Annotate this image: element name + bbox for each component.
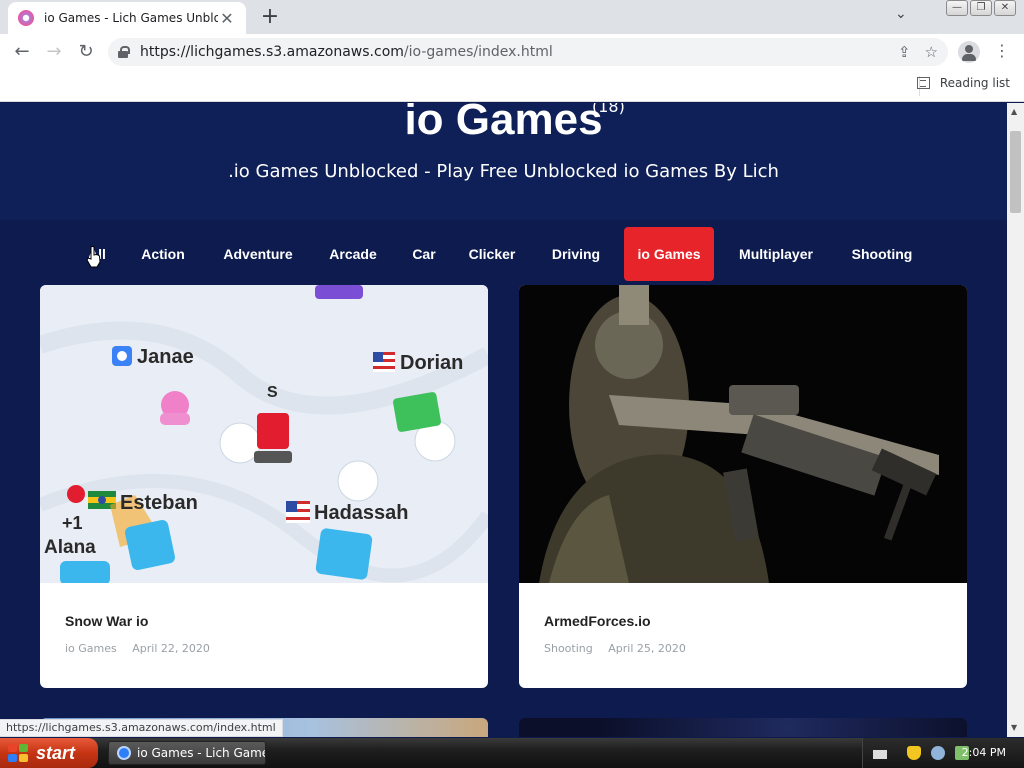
start-button[interactable]: start <box>0 738 98 768</box>
game-title[interactable]: ArmedForces.io <box>544 613 651 629</box>
clock[interactable]: 2:04 PM <box>962 746 1006 759</box>
category-clicker[interactable]: Clicker <box>458 227 526 281</box>
lock-icon[interactable] <box>118 46 130 58</box>
category-driving[interactable]: Driving <box>538 227 614 281</box>
forward-arrow-icon[interactable]: → <box>42 41 66 63</box>
category-io-games[interactable]: io Games <box>624 227 714 281</box>
taskbar-window-label: io Games - Lich Game... <box>137 746 265 760</box>
page-title: io Games <box>404 103 603 144</box>
svg-text:Hadassah: Hadassah <box>314 502 409 524</box>
bookmark-star-icon[interactable]: ☆ <box>925 43 938 61</box>
browser-toolbar: ← → ↻ https://lichgames.s3.amazonaws.com… <box>0 34 1024 70</box>
reading-list-button[interactable]: Reading list <box>916 76 1010 90</box>
category-nav: All Action Adventure Arcade Car Clicker … <box>0 227 1007 281</box>
category-arcade[interactable]: Arcade <box>318 227 388 281</box>
scroll-thumb[interactable] <box>1010 131 1021 213</box>
category-action[interactable]: Action <box>130 227 196 281</box>
soldier-thumbnail-art <box>519 285 967 583</box>
windows-logo-icon <box>8 744 30 762</box>
browser-tab-bar: io Games - Lich Games Unblocked ✕ + ⌄ — … <box>0 0 1024 34</box>
back-arrow-icon[interactable]: ← <box>10 41 34 63</box>
reading-list-icon <box>916 77 930 89</box>
svg-text:Dorian: Dorian <box>400 352 463 374</box>
browser-tab[interactable]: io Games - Lich Games Unblocked ✕ <box>8 2 246 34</box>
system-tray: 2:04 PM <box>862 738 1024 768</box>
start-label: start <box>36 742 76 763</box>
keyboard-icon[interactable] <box>873 749 887 759</box>
page-scrollbar[interactable]: ▲ ▼ <box>1007 103 1024 737</box>
address-bar[interactable]: https://lichgames.s3.amazonaws.com/io-ga… <box>108 38 948 66</box>
hand-cursor-icon <box>86 246 101 268</box>
status-link-preview: https://lichgames.s3.amazonaws.com/index… <box>0 719 283 737</box>
tab-title: io Games - Lich Games Unblocked <box>44 11 218 25</box>
game-category[interactable]: Shooting <box>544 642 593 655</box>
chrome-icon <box>117 746 131 760</box>
game-meta: io Games April 22, 2020 <box>65 642 210 655</box>
tab-search-chevron-icon[interactable]: ⌄ <box>895 6 907 22</box>
svg-text:Alana: Alana <box>44 537 96 558</box>
game-thumbnail[interactable]: Janae Dorian S Esteban +1 Hadassah Alana <box>40 285 488 583</box>
restore-button[interactable]: ❐ <box>970 0 992 16</box>
site-favicon-icon <box>18 10 34 26</box>
profile-avatar-icon[interactable] <box>958 41 980 63</box>
network-icon[interactable] <box>931 746 945 760</box>
category-adventure[interactable]: Adventure <box>208 227 308 281</box>
category-multiplayer[interactable]: Multiplayer <box>726 227 826 281</box>
category-car[interactable]: Car <box>402 227 446 281</box>
close-tab-icon[interactable]: ✕ <box>218 9 236 28</box>
svg-text:Janae: Janae <box>137 346 194 368</box>
game-card-armedforces[interactable]: ArmedForces.io Shooting April 25, 2020 <box>519 285 967 688</box>
window-controls: — ❐ ✕ <box>946 0 1016 16</box>
game-thumbnail[interactable] <box>519 285 967 583</box>
scroll-up-icon[interactable]: ▲ <box>1011 107 1017 116</box>
minimize-button[interactable]: — <box>946 0 968 16</box>
svg-text:Esteban: Esteban <box>120 492 198 514</box>
svg-text:+1: +1 <box>62 513 83 533</box>
url-text[interactable]: https://lichgames.s3.amazonaws.com/io-ga… <box>140 44 884 60</box>
bookmarks-bar: Reading list <box>0 70 1024 102</box>
game-title[interactable]: Snow War io <box>65 613 148 629</box>
game-card-next[interactable] <box>519 718 967 737</box>
close-window-button[interactable]: ✕ <box>994 0 1016 16</box>
game-date: April 25, 2020 <box>608 642 686 655</box>
svg-text:S: S <box>267 384 278 401</box>
new-tab-button[interactable]: + <box>258 4 282 29</box>
os-taskbar: start io Games - Lich Game... 2:04 PM <box>0 738 1024 768</box>
game-date: April 22, 2020 <box>132 642 210 655</box>
reload-icon[interactable]: ↻ <box>74 41 98 63</box>
taskbar-browser-window[interactable]: io Games - Lich Game... <box>108 741 266 765</box>
snow-war-thumbnail-art: Janae Dorian S Esteban +1 Hadassah Alana <box>40 285 488 583</box>
game-count: (18) <box>592 103 625 116</box>
reading-list-label: Reading list <box>939 76 1010 90</box>
page-hero: io Games (18) .io Games Unblocked - Play… <box>0 103 1007 220</box>
scroll-down-icon[interactable]: ▼ <box>1011 723 1017 732</box>
page-subtitle: .io Games Unblocked - Play Free Unblocke… <box>228 161 779 182</box>
game-card-snow-war[interactable]: Janae Dorian S Esteban +1 Hadassah Alana… <box>40 285 488 688</box>
game-meta: Shooting April 25, 2020 <box>544 642 686 655</box>
share-icon[interactable]: ⇪ <box>898 43 911 61</box>
security-shield-icon[interactable] <box>907 746 921 760</box>
browser-menu-icon[interactable]: ⋮ <box>994 41 1010 60</box>
page-viewport: io Games (18) .io Games Unblocked - Play… <box>0 103 1007 737</box>
game-category[interactable]: io Games <box>65 642 117 655</box>
category-shooting[interactable]: Shooting <box>840 227 924 281</box>
